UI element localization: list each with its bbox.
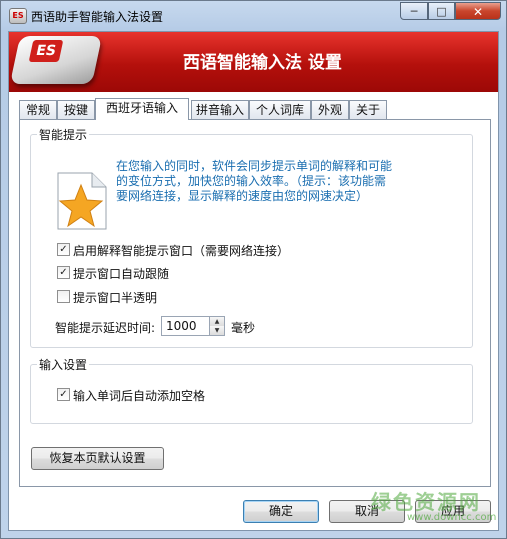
input-settings-group: 输入设置 ✓ 输入单词后自动添加空格 xyxy=(30,356,473,424)
header-banner: ES 西语智能输入法 设置 xyxy=(9,32,498,92)
close-button[interactable]: ✕ xyxy=(455,2,501,20)
delay-spinbox[interactable]: 1000 ▲ ▼ xyxy=(161,316,225,336)
delay-label: 智能提示延迟时间: xyxy=(55,321,156,335)
tab-general[interactable]: 常规 xyxy=(19,100,57,119)
tab-about[interactable]: 关于 xyxy=(349,100,387,119)
smart-hint-group-title: 智能提示 xyxy=(37,126,90,143)
tab-keys[interactable]: 按键 xyxy=(57,100,95,119)
enable-hint-window-checkbox[interactable]: ✓ xyxy=(57,243,70,256)
spin-up-icon[interactable]: ▲ xyxy=(210,317,224,326)
watermark-text: 绿色资源网 xyxy=(371,490,481,514)
smart-hint-group: 智能提示 在您输入的同时，软件会同步提示单词的解释和可能 的变位方式，加快您的输… xyxy=(30,126,473,348)
input-settings-group-title: 输入设置 xyxy=(37,356,90,373)
restore-defaults-button[interactable]: 恢复本页默认设置 xyxy=(31,447,164,470)
settings-window: ES 西语助手智能输入法设置 ─ □ ✕ ES 西语智能输入法 设置 常规 按键… xyxy=(0,0,507,539)
smart-hint-description: 在您输入的同时，软件会同步提示单词的解释和可能 的变位方式，加快您的输入效率。（… xyxy=(116,159,393,203)
spin-down-icon[interactable]: ▼ xyxy=(210,326,224,335)
delay-value[interactable]: 1000 xyxy=(166,319,197,333)
logo-text: ES xyxy=(28,40,64,62)
ok-button[interactable]: 确定 xyxy=(243,500,319,523)
tab-pinyin-input[interactable]: 拼音输入 xyxy=(191,100,249,119)
banner-title: 西语智能输入法 设置 xyxy=(183,53,342,73)
app-icon: ES xyxy=(9,8,27,24)
auto-follow-checkbox[interactable]: ✓ xyxy=(57,266,70,279)
tab-spanish-input[interactable]: 西班牙语输入 xyxy=(95,98,189,120)
tab-panel-spanish-input: 智能提示 在您输入的同时，软件会同步提示单词的解释和可能 的变位方式，加快您的输… xyxy=(19,119,491,487)
watermark-url: www.downcc.com xyxy=(407,512,497,523)
minimize-button[interactable]: ─ xyxy=(400,2,428,20)
title-bar[interactable]: ES 西语助手智能输入法设置 ─ □ ✕ xyxy=(1,1,506,31)
document-star-icon xyxy=(57,172,107,230)
dialog-body: ES 西语智能输入法 设置 常规 按键 西班牙语输入 拼音输入 个人词库 外观 … xyxy=(8,31,499,531)
auto-space-checkbox[interactable]: ✓ xyxy=(57,388,70,401)
tab-appearance[interactable]: 外观 xyxy=(311,100,349,119)
translucent-checkbox[interactable] xyxy=(57,290,70,303)
tab-personal-dictionary[interactable]: 个人词库 xyxy=(249,100,311,119)
delay-unit: 毫秒 xyxy=(231,321,256,335)
maximize-button[interactable]: □ xyxy=(428,2,455,20)
delay-spin-buttons[interactable]: ▲ ▼ xyxy=(209,317,224,335)
window-title: 西语助手智能输入法设置 xyxy=(31,10,164,24)
